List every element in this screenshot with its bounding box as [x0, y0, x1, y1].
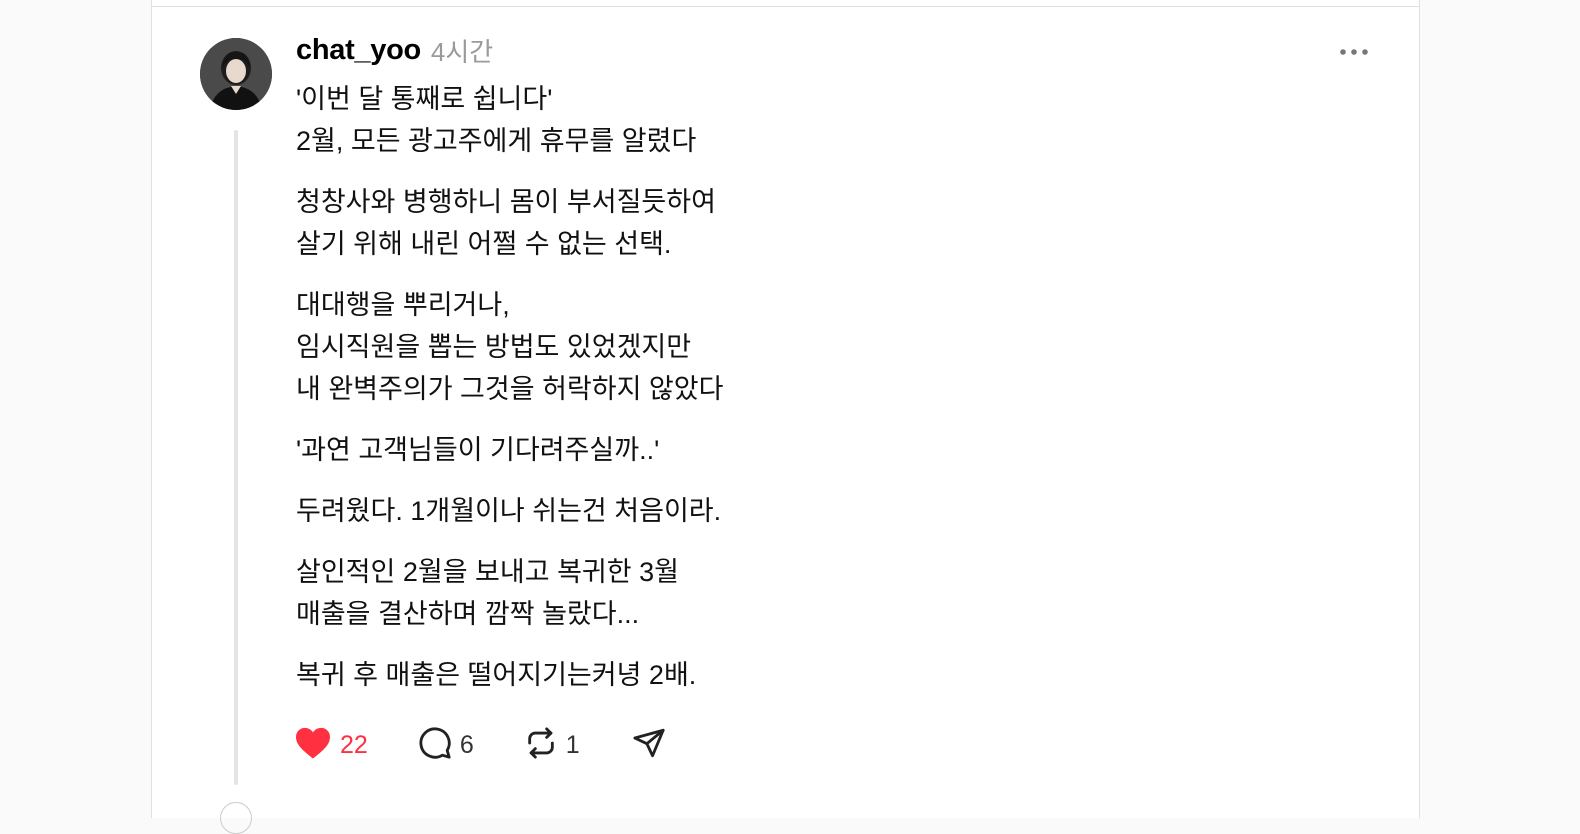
- post-timestamp[interactable]: 4시간: [431, 32, 493, 69]
- repost-count: 1: [565, 730, 580, 759]
- more-options-button[interactable]: [1334, 38, 1374, 66]
- share-button[interactable]: [632, 726, 666, 765]
- reply-button[interactable]: 6: [418, 726, 474, 765]
- username[interactable]: chat_yoo: [296, 34, 421, 67]
- post-actions: 22 6 1: [294, 722, 666, 768]
- more-horizontal-icon: [1339, 43, 1369, 61]
- post-paragraph: 두려웠다. 1개월이나 쉬는건 처음이라.: [296, 490, 1196, 532]
- post-text-line: 복귀 후 매출은 떨어지기는커녕 2배.: [296, 660, 697, 690]
- thread-line: [234, 130, 238, 785]
- post-paragraph: '과연 고객님들이 기다려주실까..': [296, 429, 1196, 471]
- comment-icon: [418, 726, 452, 765]
- avatar[interactable]: [200, 38, 272, 110]
- post-text-line: 2월, 모든 광고주에게 휴무를 알렸다: [296, 126, 697, 156]
- top-divider: [152, 6, 1419, 7]
- like-button[interactable]: 22: [294, 726, 368, 765]
- post-body: '이번 달 통째로 쉽니다' 2월, 모든 광고주에게 휴무를 알렸다청창사와 병…: [296, 78, 1196, 715]
- repost-icon: [524, 726, 558, 765]
- repost-button[interactable]: 1: [524, 726, 580, 765]
- post-text-line: 매출을 결산하며 깜짝 놀랐다...: [296, 599, 640, 629]
- next-reply-avatar[interactable]: [220, 802, 252, 834]
- post-paragraph: 살인적인 2월을 보내고 복귀한 3월매출을 결산하며 깜짝 놀랐다...: [296, 551, 1196, 635]
- post-paragraph: 청창사와 병행하니 몸이 부서질듯하여살기 위해 내린 어쩔 수 없는 선택.: [296, 181, 1196, 265]
- post-text-line: 내 완벽주의가 그것을 허락하지 않았다: [296, 374, 724, 404]
- post-text-line: 살기 위해 내린 어쩔 수 없는 선택.: [296, 229, 672, 259]
- post-text-line: 대대행을 뿌리거나,: [296, 290, 510, 320]
- post-header: chat_yoo 4시간: [296, 32, 493, 68]
- post-text-line: 두려웠다. 1개월이나 쉬는건 처음이라.: [296, 496, 722, 526]
- post-text-line: '이번 달 통째로 쉽니다': [296, 84, 553, 114]
- send-icon: [632, 726, 666, 765]
- like-count: 22: [340, 730, 368, 759]
- post-paragraph: '이번 달 통째로 쉽니다' 2월, 모든 광고주에게 휴무를 알렸다: [296, 78, 1196, 162]
- heart-filled-icon: [294, 726, 332, 765]
- post-text-line: '과연 고객님들이 기다려주실까..': [296, 435, 660, 465]
- reply-count: 6: [459, 730, 474, 759]
- post-text-line: 살인적인 2월을 보내고 복귀한 3월: [296, 557, 679, 587]
- post-paragraph: 복귀 후 매출은 떨어지기는커녕 2배.: [296, 654, 1196, 696]
- post-text-line: 청창사와 병행하니 몸이 부서질듯하여: [296, 187, 716, 217]
- thread-post-card: chat_yoo 4시간 '이번 달 통째로 쉽니다' 2월, 모든 광고주에게 …: [151, 0, 1420, 834]
- post-text-line: 임시직원을 뽑는 방법도 있었겠지만: [296, 332, 692, 362]
- post-paragraph: 대대행을 뿌리거나, 임시직원을 뽑는 방법도 있었겠지만내 완벽주의가 그것을 …: [296, 284, 1196, 410]
